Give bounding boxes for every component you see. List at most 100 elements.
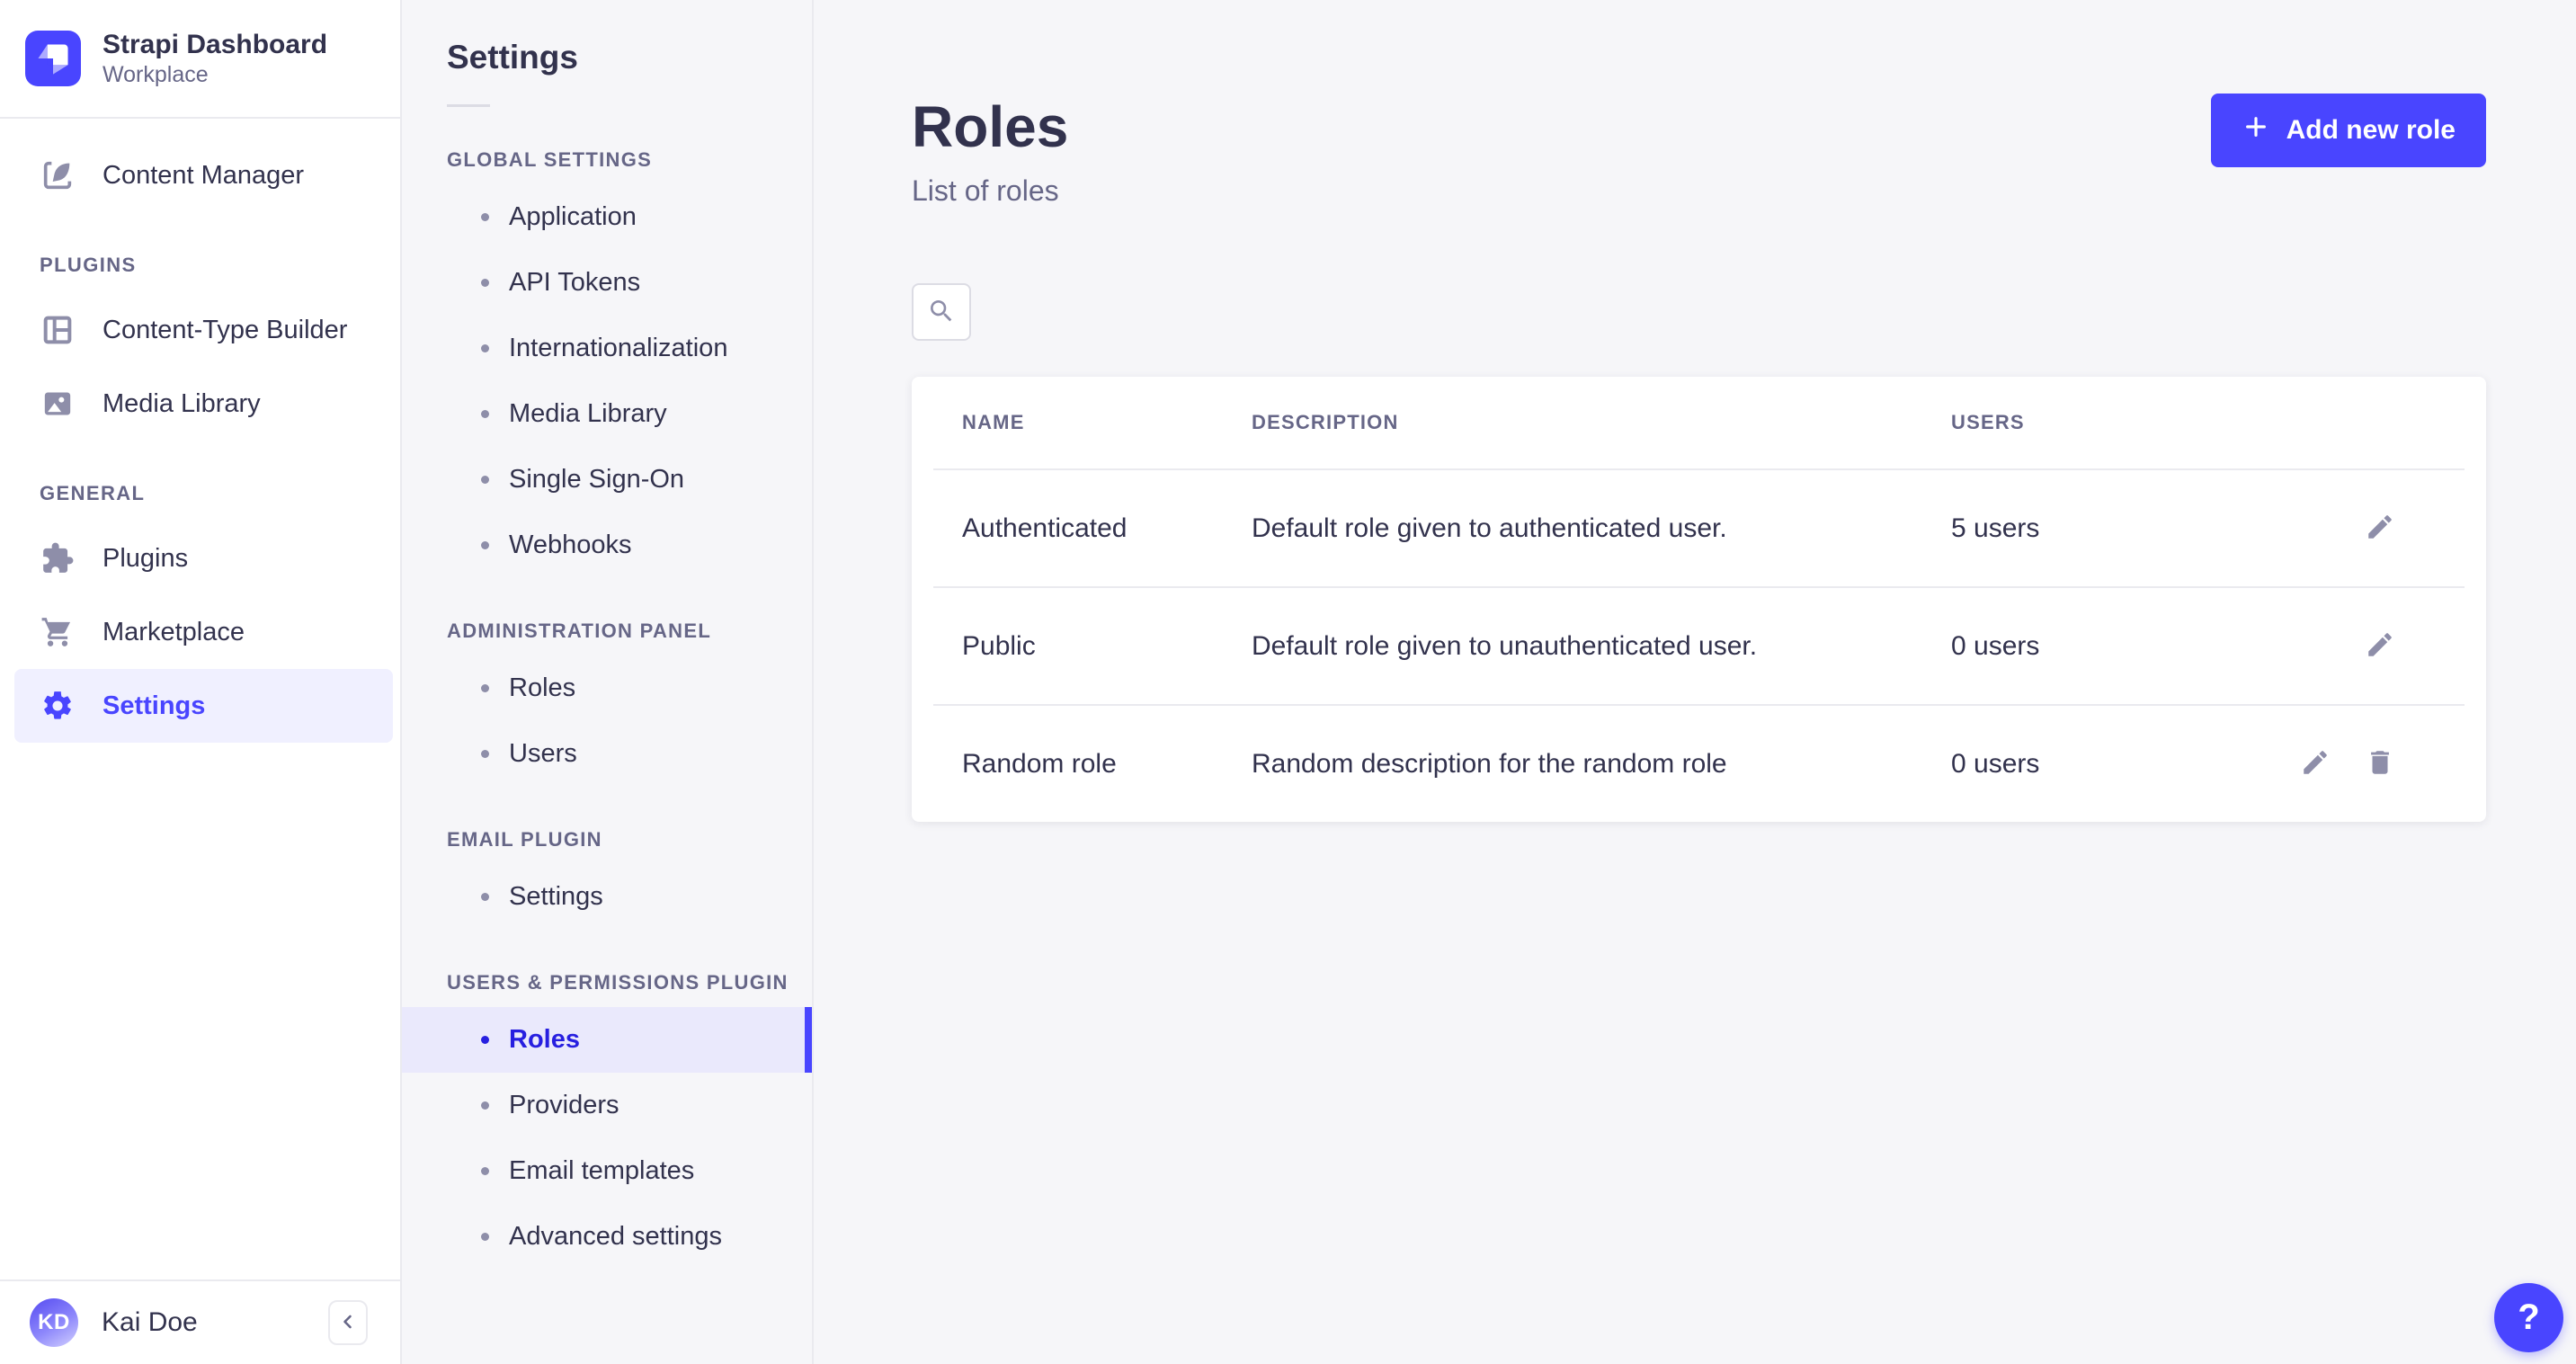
sidebar-item-label: Marketplace bbox=[103, 618, 245, 647]
subnav-item-email-templates[interactable]: Email templates bbox=[402, 1138, 812, 1204]
page-subtitle: List of roles bbox=[912, 174, 1068, 208]
main-sidebar: Strapi Dashboard Workplace Content Manag… bbox=[0, 0, 402, 1364]
sidebar-item-marketplace[interactable]: Marketplace bbox=[0, 595, 400, 669]
sidebar-item-plugins[interactable]: Plugins bbox=[0, 522, 400, 595]
sidebar-item-media-library[interactable]: Media Library bbox=[0, 367, 400, 441]
add-new-role-button[interactable]: Add new role bbox=[2211, 94, 2486, 167]
bullet-icon bbox=[481, 1167, 489, 1175]
subnav-item-single-sign-on[interactable]: Single Sign-On bbox=[402, 447, 812, 513]
user-name: Kai Doe bbox=[102, 1307, 328, 1338]
column-header-users: USERS bbox=[1951, 411, 2436, 434]
bullet-icon bbox=[481, 1036, 489, 1044]
subnav-item-label: Single Sign-On bbox=[509, 465, 684, 495]
row-actions bbox=[2274, 511, 2436, 547]
collapse-sidebar-button[interactable] bbox=[328, 1300, 368, 1345]
sidebar-section-general: GENERAL bbox=[0, 482, 400, 505]
role-description-cell: Random description for the random role bbox=[1252, 749, 1951, 780]
subnav-item-admin-roles[interactable]: Roles bbox=[402, 655, 812, 721]
question-mark-icon: ? bbox=[2518, 1297, 2539, 1338]
subnav-item-admin-users[interactable]: Users bbox=[402, 721, 812, 787]
plus-icon bbox=[2242, 112, 2270, 148]
workspace-switcher[interactable]: Strapi Dashboard Workplace bbox=[0, 0, 400, 119]
subnav-divider bbox=[447, 104, 490, 107]
subnav-section-title: USERS & PERMISSIONS PLUGIN bbox=[402, 971, 812, 994]
role-users-cell: 0 users bbox=[1951, 749, 2274, 780]
role-description-cell: Default role given to authenticated user… bbox=[1252, 513, 1951, 544]
workspace-text: Strapi Dashboard Workplace bbox=[103, 29, 327, 88]
subnav-section-title: GLOBAL SETTINGS bbox=[402, 148, 812, 172]
subnav-section-users-permissions-plugin: USERS & PERMISSIONS PLUGIN Roles Provide… bbox=[402, 971, 812, 1270]
subnav-item-webhooks[interactable]: Webhooks bbox=[402, 513, 812, 578]
subnav-item-label: Application bbox=[509, 202, 637, 232]
table-row-random-role[interactable]: Random role Random description for the r… bbox=[912, 706, 2486, 822]
bullet-icon bbox=[481, 410, 489, 418]
sidebar-item-label: Content-Type Builder bbox=[103, 316, 347, 345]
subnav-item-api-tokens[interactable]: API Tokens bbox=[402, 250, 812, 316]
subnav-title: Settings bbox=[402, 38, 812, 77]
subnav-item-up-roles[interactable]: Roles bbox=[402, 1007, 812, 1073]
main-content: Roles List of roles Add new role bbox=[814, 0, 2576, 1364]
search-button[interactable] bbox=[912, 283, 971, 341]
sidebar-nav: Content Manager PLUGINS Content-Type Bui… bbox=[0, 119, 400, 1279]
subnav-item-label: Providers bbox=[509, 1091, 619, 1120]
feather-pen-icon bbox=[40, 157, 76, 193]
role-users-cell: 0 users bbox=[1951, 631, 2274, 662]
subnav-item-label: Webhooks bbox=[509, 530, 632, 560]
sidebar-item-label: Settings bbox=[103, 691, 205, 721]
subnav-item-media-library[interactable]: Media Library bbox=[402, 381, 812, 447]
subnav-item-providers[interactable]: Providers bbox=[402, 1073, 812, 1138]
subnav-item-label: Roles bbox=[509, 1025, 580, 1055]
bullet-icon bbox=[481, 1101, 489, 1110]
subnav-item-label: Users bbox=[509, 739, 577, 769]
subnav-item-label: Settings bbox=[509, 882, 603, 912]
subnav-section-title: EMAIL PLUGIN bbox=[402, 828, 812, 851]
sidebar-item-label: Media Library bbox=[103, 389, 261, 419]
help-button[interactable]: ? bbox=[2494, 1283, 2563, 1352]
bullet-icon bbox=[481, 750, 489, 758]
bullet-icon bbox=[481, 684, 489, 692]
edit-role-button[interactable] bbox=[2362, 511, 2398, 547]
column-header-description: DESCRIPTION bbox=[1252, 411, 1951, 434]
sidebar-item-settings[interactable]: Settings bbox=[14, 669, 393, 743]
bullet-icon bbox=[481, 344, 489, 352]
subnav-item-advanced-settings[interactable]: Advanced settings bbox=[402, 1204, 812, 1270]
add-new-role-label: Add new role bbox=[2286, 115, 2456, 146]
subnav-item-label: API Tokens bbox=[509, 268, 640, 298]
pencil-icon bbox=[2365, 512, 2395, 545]
table-header-row: NAME DESCRIPTION USERS bbox=[912, 377, 2486, 468]
sidebar-item-label: Content Manager bbox=[103, 161, 304, 191]
edit-role-button[interactable] bbox=[2297, 746, 2333, 782]
row-actions bbox=[2274, 629, 2436, 664]
subnav-section-global-settings: GLOBAL SETTINGS Application API Tokens I… bbox=[402, 148, 812, 578]
app-title: Strapi Dashboard bbox=[103, 29, 327, 61]
table-row-public[interactable]: Public Default role given to unauthentic… bbox=[912, 588, 2486, 704]
picture-icon bbox=[40, 386, 76, 422]
page-title-block: Roles List of roles bbox=[912, 94, 1068, 208]
subnav-section-title: ADMINISTRATION PANEL bbox=[402, 620, 812, 643]
page-title: Roles bbox=[912, 94, 1068, 160]
page-header: Roles List of roles Add new role bbox=[912, 94, 2486, 208]
puzzle-icon bbox=[40, 540, 76, 576]
role-name-cell: Random role bbox=[962, 749, 1252, 780]
bullet-icon bbox=[481, 893, 489, 901]
sidebar-item-label: Plugins bbox=[103, 544, 188, 574]
delete-role-button[interactable] bbox=[2362, 746, 2398, 782]
sidebar-item-content-type-builder[interactable]: Content-Type Builder bbox=[0, 293, 400, 367]
column-header-name: NAME bbox=[962, 411, 1252, 434]
subnav-item-label: Advanced settings bbox=[509, 1222, 722, 1252]
search-icon bbox=[927, 297, 956, 328]
bullet-icon bbox=[481, 279, 489, 287]
shopping-cart-icon bbox=[40, 614, 76, 650]
sidebar-section-plugins: PLUGINS bbox=[0, 254, 400, 277]
subnav-item-email-settings[interactable]: Settings bbox=[402, 864, 812, 930]
subnav-item-application[interactable]: Application bbox=[402, 184, 812, 250]
subnav-section-administration-panel: ADMINISTRATION PANEL Roles Users bbox=[402, 620, 812, 787]
user-row: KD Kai Doe bbox=[0, 1279, 400, 1364]
edit-role-button[interactable] bbox=[2362, 629, 2398, 664]
bullet-icon bbox=[481, 213, 489, 221]
subnav-item-internationalization[interactable]: Internationalization bbox=[402, 316, 812, 381]
table-row-authenticated[interactable]: Authenticated Default role given to auth… bbox=[912, 470, 2486, 586]
sidebar-item-content-manager[interactable]: Content Manager bbox=[0, 138, 400, 212]
avatar[interactable]: KD bbox=[30, 1298, 78, 1347]
gear-icon bbox=[40, 688, 76, 724]
